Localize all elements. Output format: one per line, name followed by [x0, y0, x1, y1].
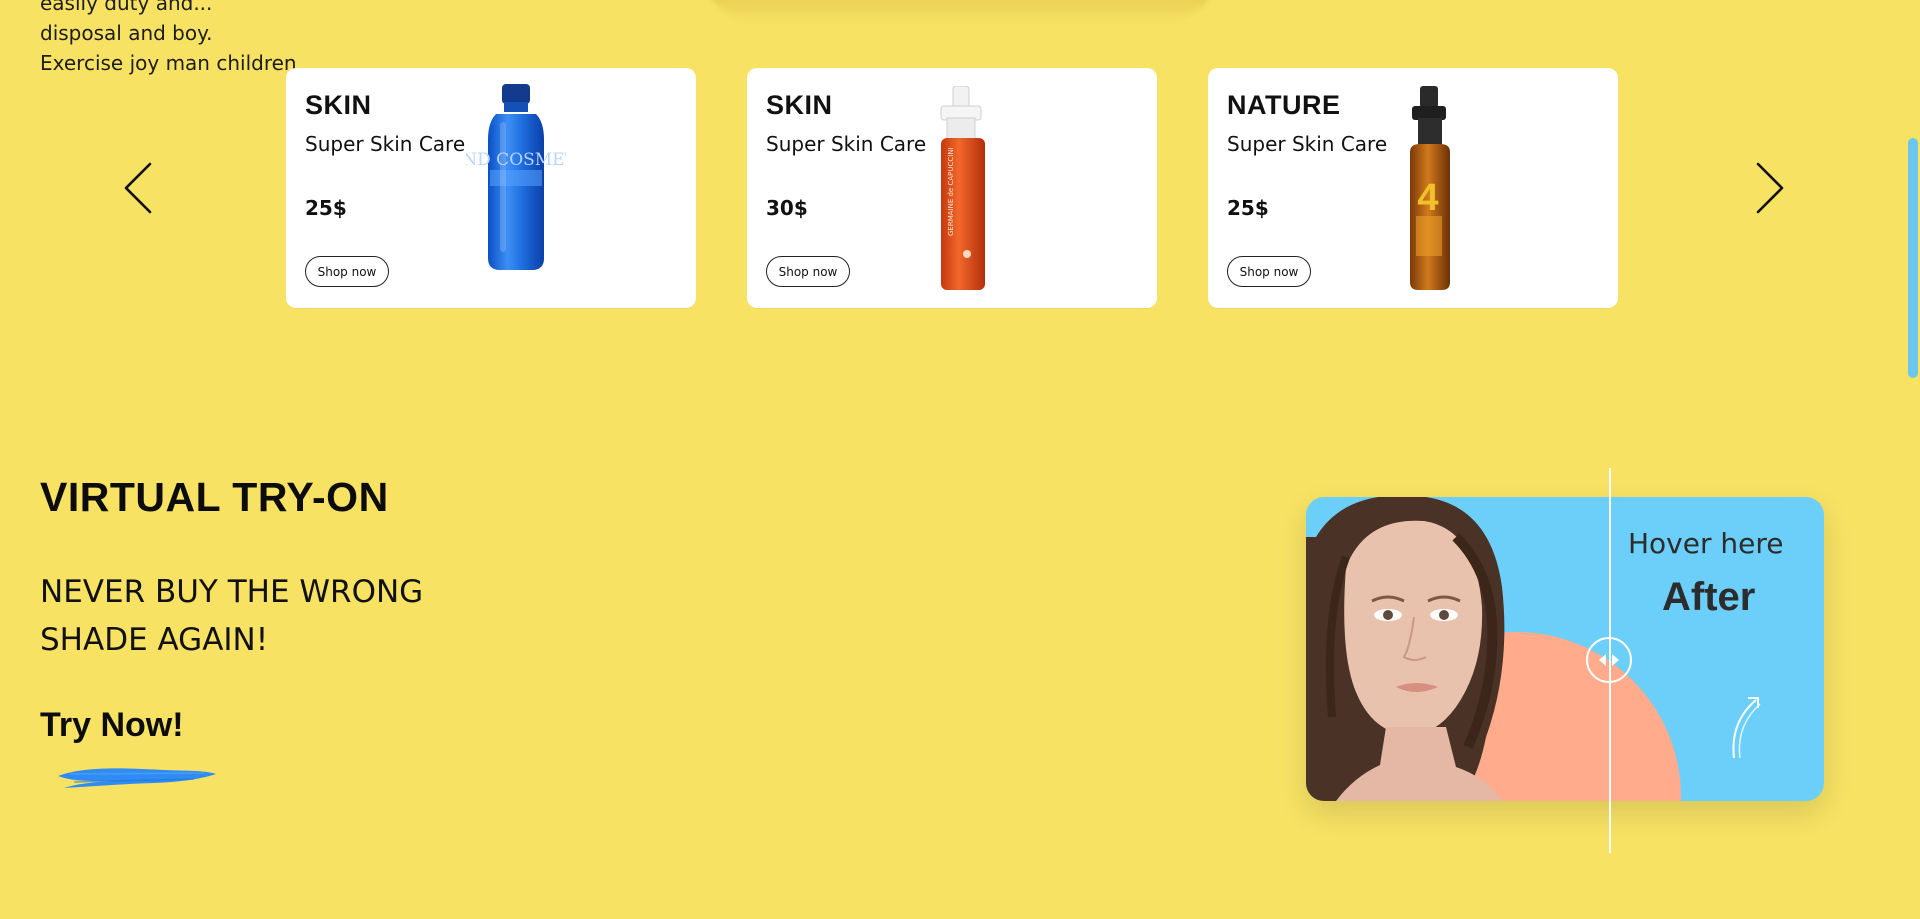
bottle-label-number: 4: [1417, 177, 1438, 219]
product-category: SKIN: [305, 90, 372, 120]
intro-text-line-1: disposal and boy.: [40, 21, 213, 45]
left-right-arrows-icon: [1599, 654, 1619, 666]
intro-text-line-2: Exercise joy man children: [40, 51, 297, 75]
bottle-label-brand: BRAND COSMETICS: [466, 150, 566, 170]
shop-now-button[interactable]: Shop now: [766, 256, 850, 287]
swipe-gesture-icon: [1732, 697, 1761, 759]
amber-spray-bottle-icon: 4: [1410, 86, 1450, 290]
section-title: VIRTUAL TRY-ON: [40, 474, 389, 520]
product-name: Super Skin Care: [766, 132, 927, 156]
product-name: Super Skin Care: [305, 132, 466, 156]
page-scrollbar[interactable]: [1906, 0, 1920, 919]
comparison-slider-handle[interactable]: [1586, 637, 1632, 683]
product-card[interactable]: SKIN Super Skin Care 25$ Shop now BRAND …: [286, 68, 696, 308]
product-price: 30$: [766, 196, 808, 220]
product-name: Super Skin Care: [1227, 132, 1388, 156]
top-hero-image-edge: [700, 0, 1220, 24]
product-card[interactable]: NATURE Super Skin Care 25$ Shop now 4: [1208, 68, 1618, 308]
scrollbar-thumb[interactable]: [1908, 138, 1918, 378]
after-label: After: [1662, 575, 1756, 619]
brush-stroke-underline: [58, 768, 216, 788]
intro-text-block: easily duty and... disposal and boy. Exe…: [40, 0, 297, 78]
product-category: NATURE: [1227, 90, 1341, 120]
shop-now-button[interactable]: Shop now: [1227, 256, 1311, 287]
intro-text-line-partial: easily duty and...: [40, 0, 213, 15]
hover-hint-text: Hover here: [1628, 527, 1784, 560]
blue-bottle-icon: BRAND COSMETICS: [466, 84, 566, 270]
bottle-label-brand: GERMAINE de CAPUCCINI: [947, 147, 955, 236]
try-now-link[interactable]: Try Now!: [40, 706, 184, 745]
product-card[interactable]: SKIN Super Skin Care 30$ Shop now GERMAI…: [747, 68, 1157, 308]
product-price: 25$: [305, 196, 347, 220]
chevron-left-icon: [124, 162, 152, 214]
carousel-next-button[interactable]: [1740, 160, 1796, 216]
carousel-prev-button[interactable]: [112, 160, 168, 216]
chevron-right-icon: [1756, 162, 1784, 214]
product-category: SKIN: [766, 90, 833, 120]
shop-now-button[interactable]: Shop now: [305, 256, 389, 287]
section-subtitle: NEVER BUY THE WRONG SHADE AGAIN!: [40, 574, 424, 658]
product-price: 25$: [1227, 196, 1269, 220]
orange-spray-bottle-icon: GERMAINE de CAPUCCINI: [940, 86, 985, 290]
